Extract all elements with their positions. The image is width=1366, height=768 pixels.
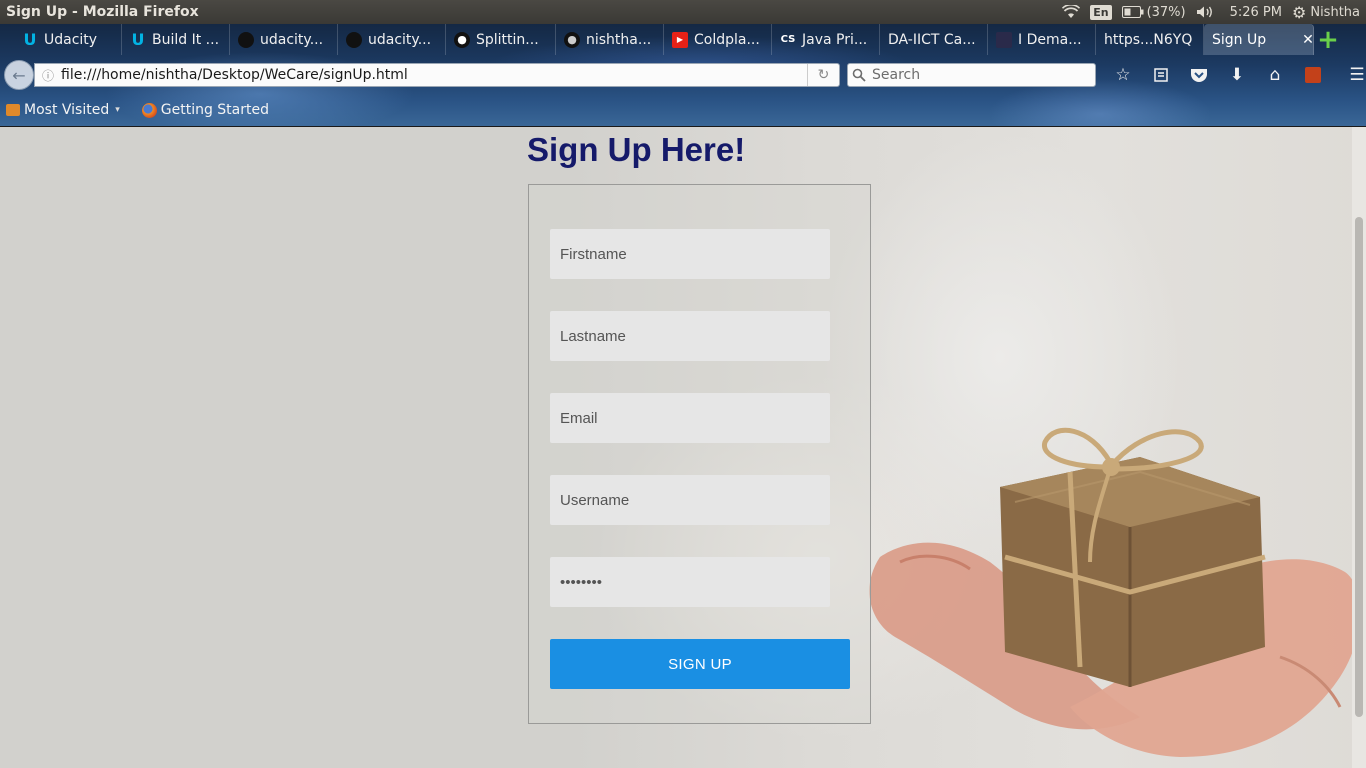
site-icon <box>996 31 1012 48</box>
pocket-icon[interactable] <box>1180 61 1218 89</box>
page-scrollbar[interactable] <box>1352 127 1366 768</box>
extension-icon[interactable] <box>1294 61 1332 89</box>
gear-icon: ⚙ <box>1292 2 1307 22</box>
tab-java[interactable]: CS Java Pri... <box>772 24 880 55</box>
search-icon <box>852 68 866 82</box>
search-field[interactable]: Search <box>847 63 1096 87</box>
wifi-icon[interactable] <box>1062 5 1081 19</box>
bookmark-getting-started[interactable]: Getting Started <box>141 102 269 118</box>
bookmark-label: Getting Started <box>160 102 269 118</box>
os-top-panel: Sign Up - Mozilla Firefox En (37%) 5:26 … <box>0 0 1366 24</box>
tab-label: Sign Up <box>1212 31 1267 48</box>
tab-label: Build It ... <box>152 31 220 48</box>
firstname-field[interactable] <box>550 229 830 279</box>
hamburger-menu-icon[interactable]: ☰ <box>1338 61 1366 89</box>
url-text[interactable]: file:///home/nishtha/Desktop/WeCare/sign… <box>61 67 807 83</box>
cs-icon: CS <box>780 34 796 45</box>
user-name: Nishtha <box>1310 4 1360 20</box>
tab-label: I Dema... <box>1018 31 1082 48</box>
lastname-field[interactable] <box>550 311 830 361</box>
password-field[interactable] <box>550 557 830 607</box>
tab-udacity-github-2[interactable]: udacity... <box>338 24 446 55</box>
toolbar-icons: ☆ ⬇ ⌂ ☰ <box>1104 61 1366 89</box>
tab-label: Coldpla... <box>694 31 760 48</box>
tab-label: udacity... <box>368 31 432 48</box>
scrollbar-thumb[interactable] <box>1355 217 1363 717</box>
tab-https[interactable]: https...N6YQ <box>1096 24 1204 55</box>
tab-strip: U Udacity U Build It ... udacity... udac… <box>0 24 1366 55</box>
tab-nishtha[interactable]: ● nishtha... <box>556 24 664 55</box>
clock[interactable]: 5:26 PM <box>1230 5 1282 20</box>
bookmark-star-icon[interactable]: ☆ <box>1104 61 1142 89</box>
volume-icon[interactable] <box>1196 5 1214 19</box>
bookmark-most-visited[interactable]: Most Visited ▾ <box>6 102 120 118</box>
tab-label: nishtha... <box>586 31 652 48</box>
tab-label: udacity... <box>260 31 324 48</box>
bookmarks-toolbar: Most Visited ▾ Getting Started <box>0 93 1366 127</box>
username-field[interactable] <box>550 475 830 525</box>
tab-label: https...N6YQ <box>1104 31 1193 48</box>
udacity-icon: U <box>23 30 37 49</box>
bookmark-label: Most Visited <box>24 102 110 118</box>
tab-coldplay[interactable]: ▶ Coldpla... <box>664 24 772 55</box>
battery-icon <box>1121 6 1144 18</box>
signup-form: SIGN UP <box>528 184 871 724</box>
bookmarks-menu-icon[interactable] <box>1142 61 1180 89</box>
tab-build-it[interactable]: U Build It ... <box>122 24 230 55</box>
tab-label: DA-IICT Ca... <box>888 31 976 48</box>
reload-icon: ↻ <box>817 67 830 83</box>
browser-chrome: U Udacity U Build It ... udacity... udac… <box>0 24 1366 127</box>
chevron-down-icon: ▾ <box>115 105 120 115</box>
download-icon[interactable]: ⬇ <box>1218 61 1256 89</box>
page-title: Sign Up Here! <box>527 131 746 168</box>
tab-udacity-github-1[interactable]: udacity... <box>230 24 338 55</box>
back-arrow-icon: ← <box>12 65 26 85</box>
battery-percent: (37%) <box>1146 4 1186 20</box>
udacity-icon: U <box>131 30 145 49</box>
plus-icon: + <box>1317 24 1339 55</box>
system-tray: En (37%) 5:26 PM ⚙ Nishtha <box>1062 3 1366 22</box>
tab-splittin[interactable]: ● Splittin... <box>446 24 556 55</box>
github-icon: ● <box>454 31 470 48</box>
hands-holding-gift-image <box>869 427 1361 757</box>
back-button[interactable]: ← <box>4 60 34 90</box>
tab-sign-up[interactable]: Sign Up ✕ <box>1204 24 1314 55</box>
sign-up-button[interactable]: SIGN UP <box>550 639 850 689</box>
info-icon[interactable]: ⓘ <box>35 67 61 84</box>
tab-label: Splittin... <box>476 31 539 48</box>
folder-icon <box>6 104 20 116</box>
window-title: Sign Up - Mozilla Firefox <box>6 4 199 20</box>
session-menu[interactable]: ⚙ Nishtha <box>1292 3 1360 22</box>
firefox-icon <box>141 102 157 118</box>
tab-udacity[interactable]: U Udacity <box>0 24 122 55</box>
battery-indicator[interactable]: (37%) <box>1121 4 1186 20</box>
new-tab-button[interactable]: + <box>1314 24 1342 55</box>
tab-i-dema[interactable]: I Dema... <box>988 24 1096 55</box>
github-icon <box>238 31 254 48</box>
tab-daiict[interactable]: DA-IICT Ca... <box>880 24 988 55</box>
tab-label: Java Pri... <box>802 31 868 48</box>
url-bar[interactable]: ⓘ file:///home/nishtha/Desktop/WeCare/si… <box>34 63 840 87</box>
email-field[interactable] <box>550 393 830 443</box>
navigation-toolbar: ← ⓘ file:///home/nishtha/Desktop/WeCare/… <box>0 55 1366 93</box>
home-icon[interactable]: ⌂ <box>1256 61 1294 89</box>
reload-button[interactable]: ↻ <box>807 64 839 86</box>
search-placeholder: Search <box>872 67 921 83</box>
close-tab-icon[interactable]: ✕ <box>1302 32 1313 48</box>
youtube-icon: ▶ <box>672 31 688 48</box>
page-viewport: Sign Up Here! SIGN UP <box>0 127 1366 768</box>
tab-label: Udacity <box>44 31 98 48</box>
keyboard-layout-indicator[interactable]: En <box>1090 4 1112 20</box>
github-icon: ● <box>564 31 580 48</box>
github-icon <box>346 31 362 48</box>
